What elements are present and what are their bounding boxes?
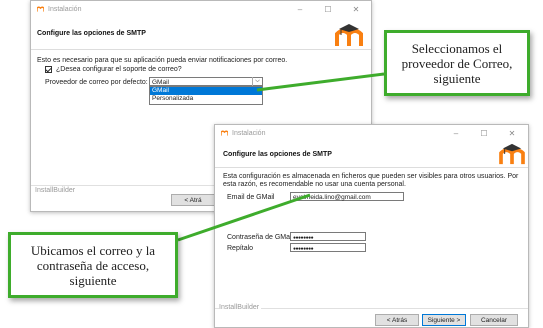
callout-top: Seleccionamos el proveedor de Correo, si… <box>384 30 530 96</box>
top-callout-connector <box>256 72 385 92</box>
callout-bottom: Ubicamos el correo y la contraseña de ac… <box>8 232 178 298</box>
callout-top-text: Seleccionamos el proveedor de Correo, si… <box>401 41 513 86</box>
callout-bottom-text: Ubicamos el correo y la contraseña de ac… <box>30 243 156 288</box>
bottom-callout-connector <box>177 193 311 242</box>
